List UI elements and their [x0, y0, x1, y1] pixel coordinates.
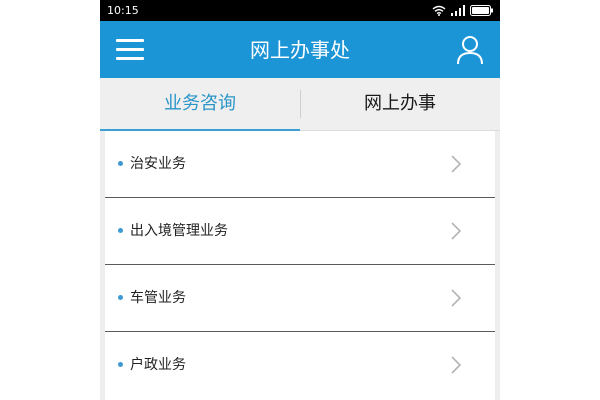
list-item-public-security[interactable]: 治安业务	[105, 131, 495, 198]
tab-bar: 业务咨询 网上办事	[100, 78, 500, 131]
list-item-label: 治安业务	[130, 156, 186, 172]
status-time: 10:15	[107, 4, 139, 17]
business-list: 治安业务 出入境管理业务 车管业务 户政业务	[100, 131, 500, 400]
bullet-icon	[118, 295, 123, 300]
battery-icon	[470, 5, 493, 16]
signal-icon	[451, 5, 465, 16]
bullet-icon	[118, 362, 123, 367]
list-item-label: 车管业务	[130, 290, 186, 306]
chevron-right-icon	[451, 289, 461, 307]
business-list-panel: 治安业务 出入境管理业务 车管业务 户政业务	[105, 131, 495, 400]
system-icons	[432, 4, 494, 17]
tab-business-consulting[interactable]: 业务咨询	[100, 78, 300, 131]
status-bar: 10:15	[100, 0, 500, 21]
list-item-vehicle-management[interactable]: 车管业务	[105, 265, 495, 332]
list-item-household-registration[interactable]: 户政业务	[105, 332, 495, 399]
phone-screen: 10:15 网上办事处 业务咨询 网上办事 治安业务 出入境管理业务 车管业务 …	[100, 0, 500, 400]
wifi-icon	[432, 5, 446, 16]
list-item-label: 户政业务	[130, 357, 186, 373]
list-item-label: 出入境管理业务	[130, 223, 228, 239]
bullet-icon	[118, 228, 123, 233]
user-button[interactable]	[456, 35, 484, 65]
chevron-right-icon	[451, 356, 461, 374]
app-header: 网上办事处	[100, 21, 500, 78]
page-title: 网上办事处	[250, 38, 350, 62]
bullet-icon	[118, 161, 123, 166]
tab-online-services[interactable]: 网上办事	[300, 78, 500, 130]
chevron-right-icon	[451, 222, 461, 240]
list-item-exit-entry[interactable]: 出入境管理业务	[105, 198, 495, 265]
chevron-right-icon	[451, 155, 461, 173]
user-icon	[457, 36, 483, 65]
